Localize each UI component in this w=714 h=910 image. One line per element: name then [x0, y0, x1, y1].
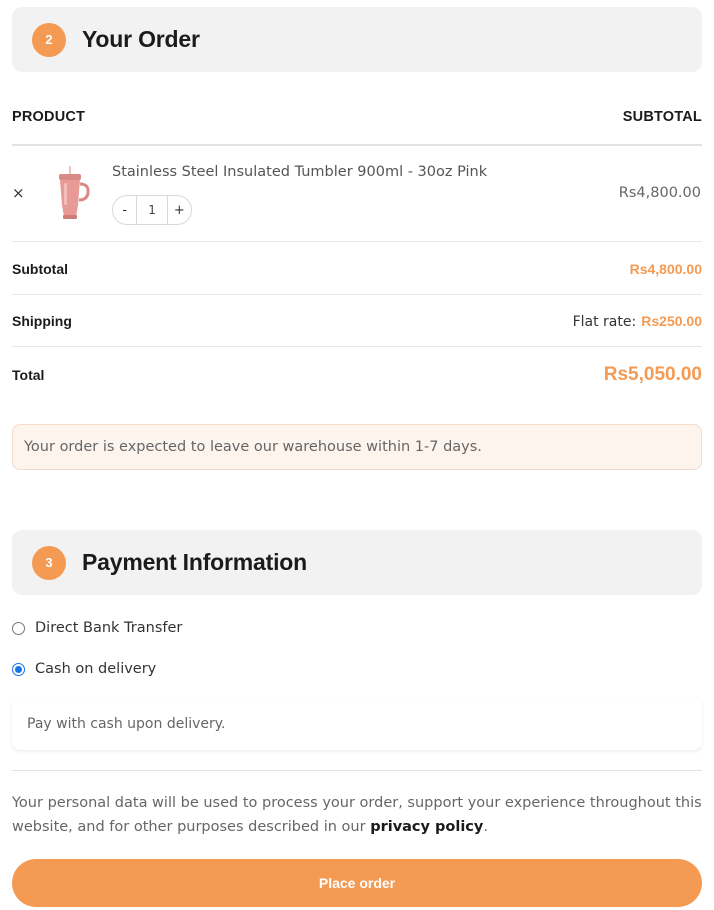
subtotal-label: Subtotal [12, 260, 68, 277]
shipping-value: Rs250.00 [641, 313, 702, 329]
place-order-button[interactable]: Place order [12, 859, 702, 907]
payment-option-label[interactable]: Direct Bank Transfer [35, 620, 182, 636]
order-section-title: Your Order [82, 26, 200, 52]
column-header-product: PRODUCT [12, 109, 86, 125]
radio-button[interactable] [12, 621, 25, 635]
order-section-header: 2 Your Order [12, 7, 702, 72]
shipping-notice: Your order is expected to leave our ware… [12, 424, 702, 470]
column-header-subtotal: SUBTOTAL [622, 109, 702, 125]
radio-button-selected[interactable] [12, 662, 25, 676]
payment-option-label[interactable]: Cash on delivery [35, 661, 156, 677]
total-value: Rs5,050.00 [603, 364, 702, 385]
quantity-input[interactable]: 1 [136, 196, 168, 224]
step-number-badge: 2 [32, 22, 66, 57]
order-table-header: PRODUCT SUBTOTAL [12, 106, 702, 146]
payment-section-header: 3 Payment Information [12, 530, 702, 595]
shipping-row: Shipping Flat rate: Rs250.00 [12, 295, 702, 347]
quantity-decrease-button[interactable]: - [113, 203, 136, 218]
subtotal-value: Rs4,800.00 [629, 260, 702, 277]
payment-section-title: Payment Information [82, 549, 307, 575]
total-row: Total Rs5,050.00 [12, 347, 702, 403]
privacy-text: Your personal data will be used to proce… [12, 795, 702, 835]
quantity-stepper[interactable]: - 1 + [112, 195, 192, 225]
privacy-notice: Your personal data will be used to proce… [12, 791, 702, 839]
product-name[interactable]: Stainless Steel Insulated Tumbler 900ml … [112, 164, 487, 180]
shipping-method: Flat rate: [572, 314, 637, 330]
payment-option-cash-on-delivery[interactable]: Cash on delivery [12, 661, 156, 677]
shipping-label: Shipping [12, 312, 72, 329]
product-thumbnail[interactable] [52, 165, 92, 225]
step-number-badge: 3 [32, 545, 66, 580]
remove-item-icon[interactable]: × [12, 184, 25, 202]
subtotal-row: Subtotal Rs4,800.00 [12, 243, 702, 295]
payment-option-bank-transfer[interactable]: Direct Bank Transfer [12, 620, 182, 636]
payment-method-description: Pay with cash upon delivery. [12, 697, 702, 750]
divider [12, 770, 702, 771]
shipping-info: Flat rate: Rs250.00 [573, 311, 702, 330]
order-item-row: × Stainless Steel Insulated Tumbler 900m… [12, 147, 702, 242]
privacy-end: . [483, 819, 488, 835]
quantity-increase-button[interactable]: + [168, 203, 191, 218]
privacy-policy-link[interactable]: privacy policy [370, 819, 483, 835]
total-label: Total [12, 367, 45, 383]
item-subtotal: Rs4,800.00 [618, 185, 701, 201]
